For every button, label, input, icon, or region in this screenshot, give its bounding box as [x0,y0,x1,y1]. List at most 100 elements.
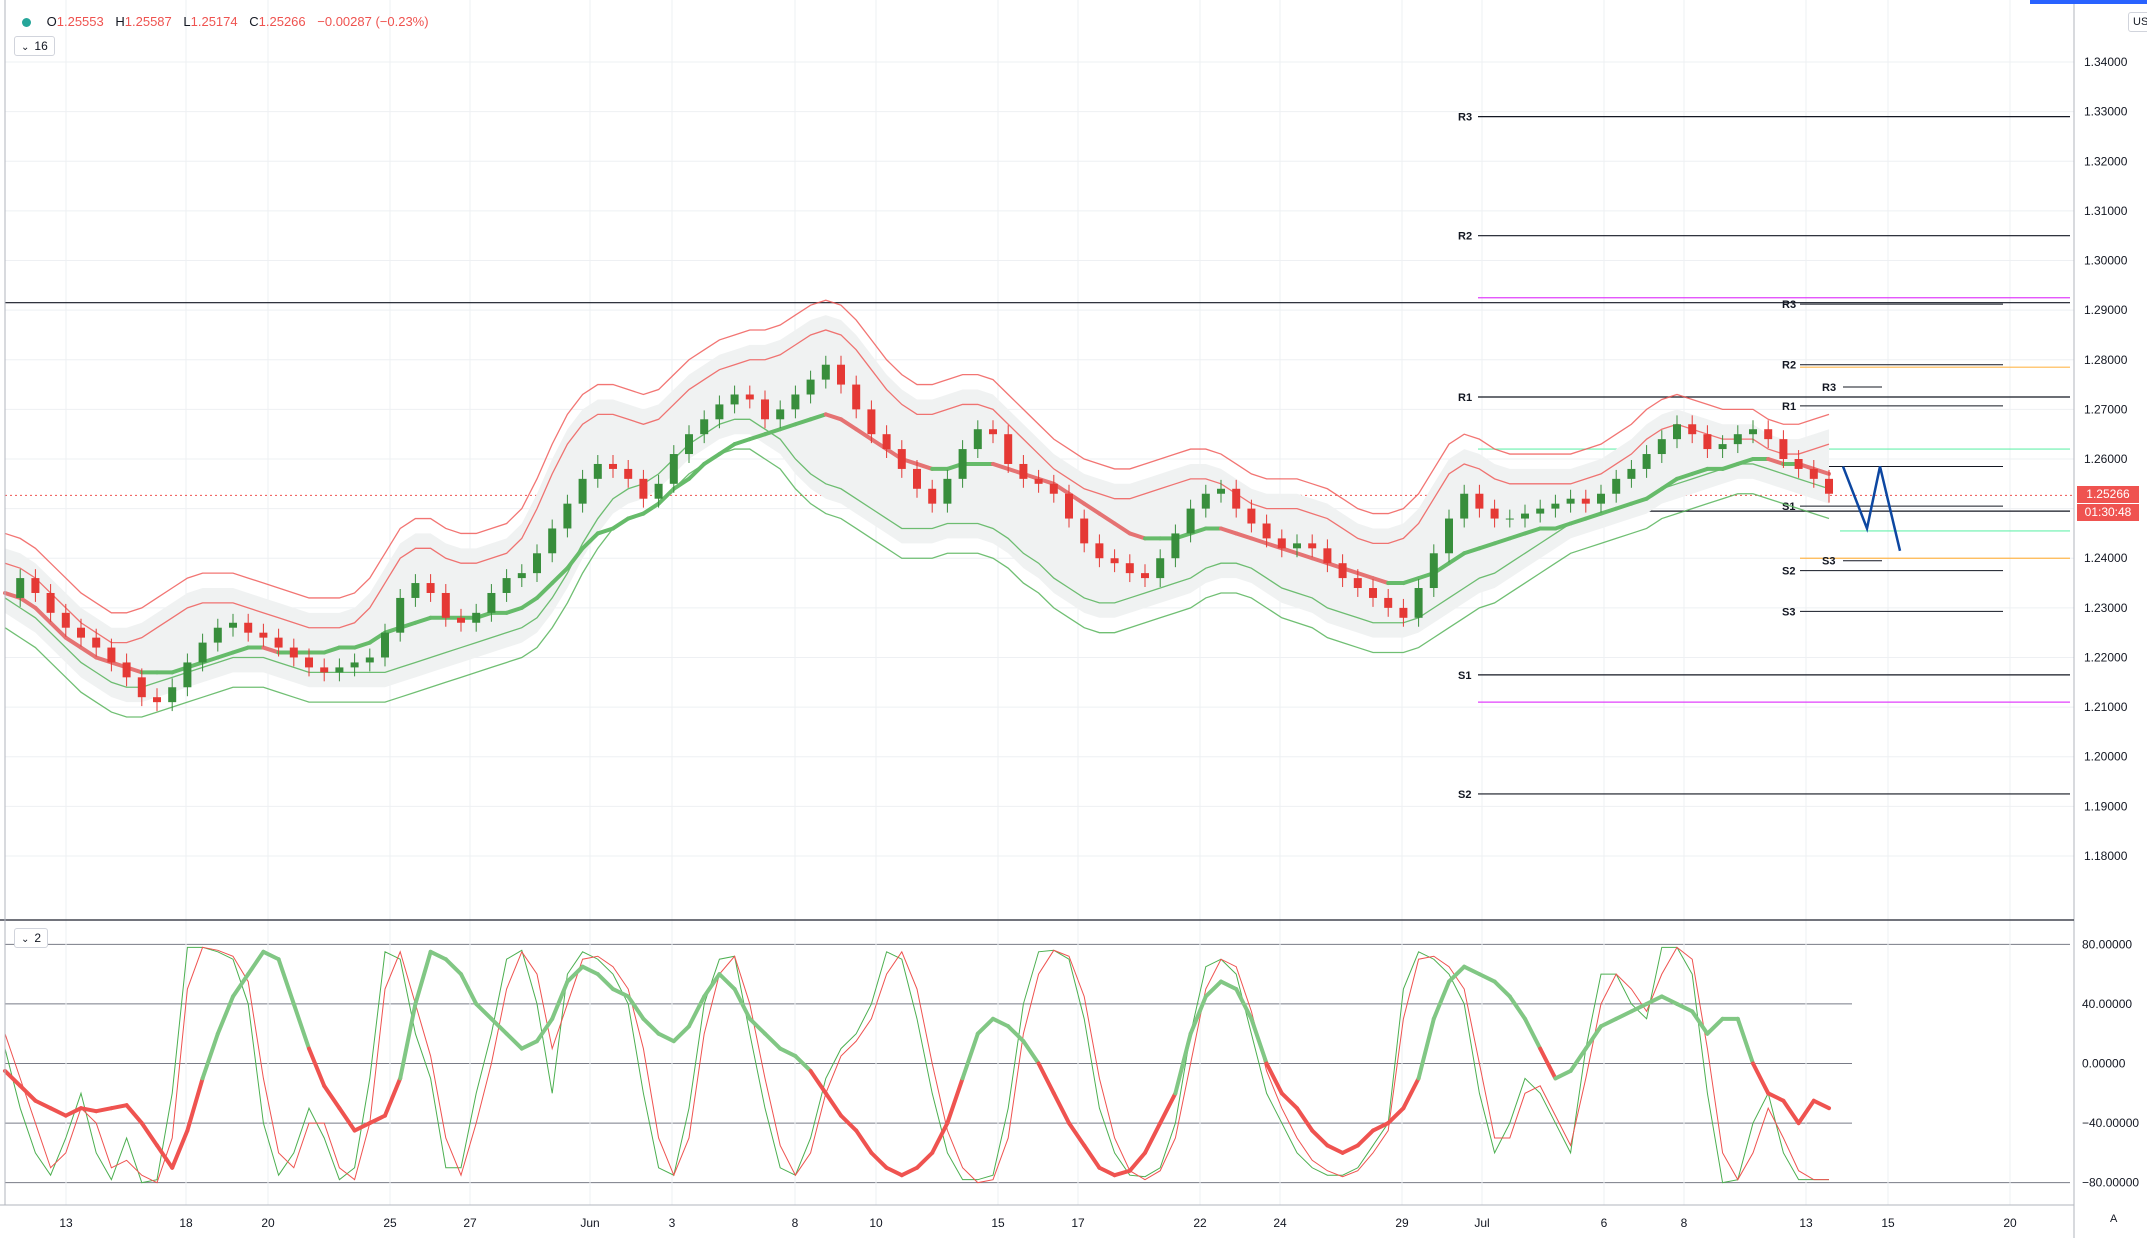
candle-body [973,429,982,450]
x-tick-label: 6 [1601,1216,1608,1230]
osc-smooth-segment [1021,1039,1041,1066]
candle-body [289,647,298,658]
pivot-label-right: R3 [1782,299,1796,311]
candle-body [77,627,85,638]
chart-canvas[interactable]: R3R2R1PS1S2R3R2R1PS1S2S3R3S3 1.340001.33… [0,0,2147,1238]
osc-smooth-segment [307,1046,327,1088]
osc-smooth-segment [1219,979,1239,992]
candle-body [350,662,359,668]
osc-smooth-segment [641,1016,661,1036]
x-tick-label: 13 [1799,1216,1813,1230]
osc-pane-collapse-button[interactable]: ⌄ 2 [14,928,49,948]
candle-body [1262,523,1271,539]
candle-body [1141,573,1149,579]
low-value: 1.25174 [190,14,238,29]
osc-smooth-segment [1067,1121,1087,1148]
osc-smooth-segment [124,1103,144,1126]
candle-body [1581,498,1590,504]
osc-smooth-segment [1781,1098,1801,1126]
osc-smooth-segment [1325,1143,1345,1155]
osc-smooth-segment [1614,1009,1634,1021]
main-pane-collapse-button[interactable]: ⌄ 16 [14,36,55,56]
candle-body [365,657,374,663]
candle-body [1277,538,1286,549]
osc-smooth-segment [1082,1143,1102,1170]
candle-body [92,637,101,648]
osc-smooth-segment [489,1016,509,1036]
candle-body [1186,508,1195,534]
osc-smooth-segment [428,949,448,962]
candle-body [426,583,435,593]
ohlc-legend: O1.25553 H1.25587 L1.25174 C1.25266 −0.0… [22,14,437,29]
pivot-label-short: S3 [1822,556,1835,568]
x-tick-label: 15 [991,1216,1005,1230]
pivot-label-short: R3 [1822,382,1836,394]
candle-body [1688,424,1697,435]
grid-layer [5,0,2074,1205]
osc-smooth-segment [1340,1143,1360,1155]
osc-smooth-segment [915,1150,935,1170]
candle-body [685,434,693,455]
candle-body [502,578,511,593]
osc-y-tick-label: 80.00000 [2082,937,2132,951]
osc-y-tick-label: 0.00000 [2082,1057,2126,1071]
candle-body [639,478,648,499]
moving-average-segment [611,516,631,531]
last-price-badge: 1.25266 [2077,486,2139,504]
osc-smooth-segment [1766,1091,1786,1103]
candle-body [1353,578,1362,589]
candle-body [153,697,161,703]
osc-smooth-segment [1310,1128,1330,1148]
moving-average-segment [717,442,737,457]
x-tick-label: 8 [792,1216,799,1230]
y-tick-label: 1.29000 [2084,303,2128,317]
candle-body [517,573,526,579]
osc-smooth-segment [960,1031,980,1081]
osc-smooth-segment [1553,1068,1573,1081]
osc-smooth-segment [170,1128,190,1170]
y-tick-label: 1.19000 [2084,799,2128,813]
osc-smooth-segment [595,972,615,992]
osc-smooth-segment [109,1103,129,1111]
osc-smooth-segment [18,1083,38,1103]
pivot-label-right: R2 [1782,360,1796,372]
x-tick-label: 10 [869,1216,883,1230]
osc-smooth-segment [1705,1016,1725,1036]
candle-body [1065,493,1073,519]
x-tick-label: Jun [580,1216,599,1230]
auto-scale-button[interactable]: A [2110,1213,2117,1225]
osc-smooth-segment [48,1106,68,1118]
currency-badge[interactable]: USD [2128,12,2147,32]
osc-y-tick-label: 40.00000 [2082,997,2132,1011]
candle-body [183,662,192,688]
x-tick-label: 27 [463,1216,477,1230]
candle-body [46,592,55,613]
pivot-label: S1 [1458,670,1471,682]
countdown-badge: 01:30:48 [2077,504,2139,522]
candle-body [396,597,405,633]
candle-body [472,612,481,623]
moving-average-segment [626,511,646,521]
candle-body [700,419,709,435]
candle-body [821,364,830,380]
x-tick-label: 13 [59,1216,73,1230]
osc-smooth-segment [808,1068,828,1096]
candle-body [1399,607,1408,618]
osc-smooth-segment [383,1076,403,1118]
y-tick-label: 1.20000 [2084,750,2128,764]
candle-body [1536,508,1545,514]
candle-body [669,454,678,484]
candle-body [1095,543,1104,559]
candle-body [457,617,465,623]
candle-body [1308,543,1317,549]
candle-body [1779,439,1788,459]
candle-body [1004,434,1013,464]
osc-smooth-segment [945,1076,965,1126]
osc-smooth-segment [1599,1016,1619,1029]
low-label: L [183,14,191,29]
x-tick-label: 18 [179,1216,193,1230]
candle-body [1384,597,1393,608]
osc-smooth-segment [869,1150,889,1170]
osc-fast-line [4,946,1829,1184]
candle-body [989,429,997,435]
